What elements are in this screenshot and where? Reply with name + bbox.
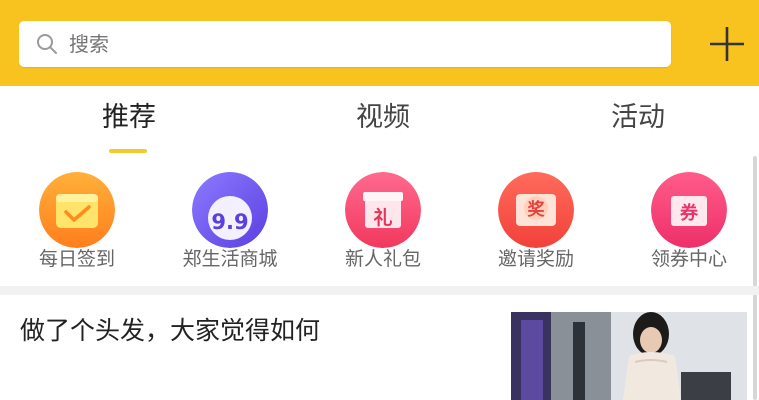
top-bar [0,0,759,86]
quick-entry-label: 领券中心 [650,248,727,270]
scrollbar[interactable] [753,156,757,400]
invite-badge-text: 奖 [528,199,546,220]
quick-entry-gift[interactable]: 礼 新人礼包 [306,160,456,286]
active-tab-indicator [109,149,147,153]
quick-entry-label: 郑生活商城 [182,248,278,270]
plus-icon[interactable] [705,22,749,66]
tab-video[interactable]: 视频 [313,98,453,138]
quick-entry-mall[interactable]: 9.9 郑生活商城 [153,160,303,286]
quick-entry-invite[interactable]: 奖 邀请奖励 [459,160,609,286]
gift-badge-text: 礼 [373,206,392,229]
quick-entry-label: 邀请奖励 [497,248,574,270]
section-divider [0,286,759,295]
checkin-envelope-icon [39,172,115,248]
feed-post-thumbnail[interactable] [511,312,747,400]
feed-post-title[interactable]: 做了个头发，大家觉得如何 [20,313,320,349]
mall-9.9-icon: 9.9 [192,172,268,248]
search-box[interactable] [19,21,671,67]
mall-badge-text: 9.9 [211,210,248,234]
invite-reward-icon: 奖 [498,172,574,248]
gift-icon: 礼 [345,172,421,248]
coupon-icon: 券 [651,172,727,248]
tab-activity[interactable]: 活动 [568,98,708,138]
search-input[interactable] [69,21,649,67]
quick-entry-label: 每日签到 [38,248,115,270]
quick-entry-coupon[interactable]: 券 领券中心 [612,160,759,286]
tab-recommend[interactable]: 推荐 [59,98,199,138]
coupon-badge-text: 券 [679,202,699,224]
tab-bar: 推荐 视频 活动 [0,86,759,158]
quick-entry-label: 新人礼包 [344,248,421,270]
quick-entry-checkin[interactable]: 每日签到 [0,160,150,286]
search-icon [37,34,57,54]
quick-entry-row: 每日签到 9.9 郑生活商城 礼 新人礼包 奖 邀请奖励 券 领券中心 [0,160,759,286]
